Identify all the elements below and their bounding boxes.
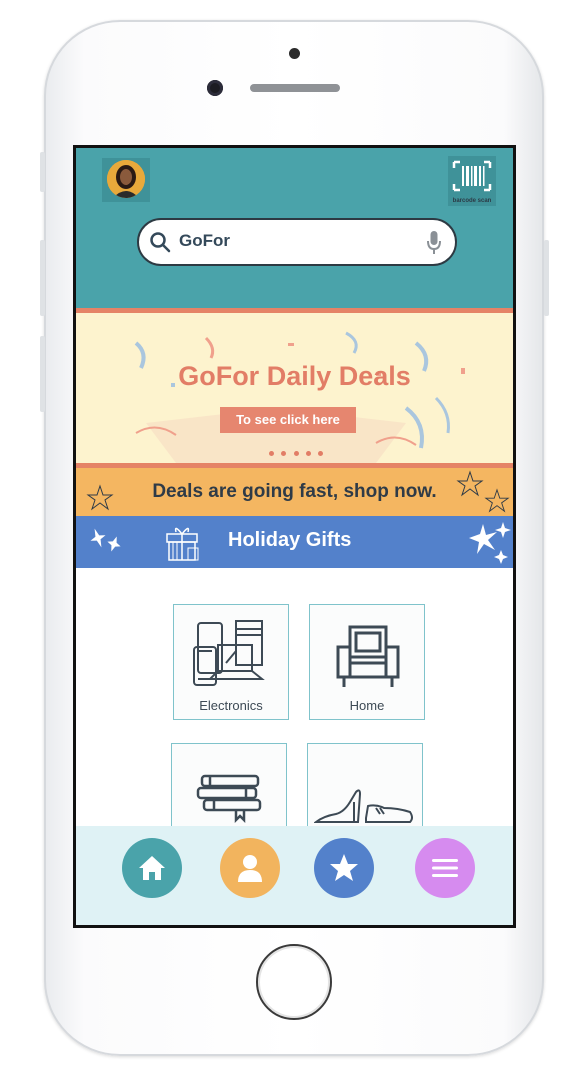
- search-bar[interactable]: GoFor: [137, 218, 457, 266]
- deals-banner[interactable]: Deals are going fast, shop now.: [76, 468, 513, 516]
- nav-profile-button[interactable]: [220, 838, 280, 898]
- microphone-icon[interactable]: [427, 230, 441, 256]
- star-icon: [330, 854, 358, 881]
- sparkle-icon: [90, 528, 121, 552]
- electronics-icon: [193, 620, 265, 686]
- promo-title: GoFor Daily Deals: [178, 361, 411, 391]
- earpiece-speaker: [250, 84, 340, 92]
- shoes-icon: [314, 789, 413, 823]
- carousel-dot[interactable]: [281, 451, 287, 456]
- avatar-photo: [107, 160, 145, 198]
- app-header: barcode scan GoFor: [76, 148, 513, 308]
- nav-menu-button[interactable]: [415, 838, 475, 898]
- power-button: [544, 240, 549, 316]
- mute-switch: [40, 152, 45, 192]
- nav-favorites-button[interactable]: [314, 838, 374, 898]
- avatar[interactable]: [102, 158, 150, 202]
- category-label: Electronics: [199, 698, 263, 713]
- carousel-dot[interactable]: [305, 451, 311, 456]
- barcode-label: barcode scan: [452, 198, 492, 204]
- armchair-icon: [336, 625, 400, 687]
- holiday-gifts-banner[interactable]: Holiday Gifts: [76, 516, 513, 568]
- front-camera: [207, 80, 223, 96]
- search-icon: [150, 232, 171, 253]
- books-icon: [196, 774, 262, 824]
- bottom-navigation: [76, 826, 513, 925]
- daily-deals-banner[interactable]: GoFor Daily Deals To see click here: [76, 313, 513, 463]
- barcode-scan-button[interactable]: barcode scan: [448, 156, 496, 206]
- sensor-dot: [289, 48, 300, 59]
- gift-icon: [166, 527, 199, 561]
- barcode-icon: [452, 160, 492, 192]
- category-electronics[interactable]: Electronics: [173, 604, 289, 720]
- category-label: Home: [349, 698, 385, 713]
- holiday-title: Holiday Gifts: [228, 529, 352, 551]
- profile-icon: [238, 855, 262, 882]
- category-grid: Electronics Home: [76, 568, 513, 859]
- sparkle-icon: [469, 522, 511, 564]
- menu-icon: [432, 859, 458, 877]
- hardware-home-button[interactable]: [256, 944, 332, 1020]
- carousel-dot[interactable]: [268, 451, 274, 456]
- app-screen: barcode scan GoFor GoFor Daily Deals To …: [73, 145, 516, 928]
- carousel-dots[interactable]: [266, 443, 326, 461]
- volume-up-button: [40, 240, 45, 316]
- carousel-dot[interactable]: [318, 451, 324, 456]
- volume-down-button: [40, 336, 45, 412]
- carousel-dot[interactable]: [293, 451, 299, 456]
- deals-text: Deals are going fast, shop now.: [152, 481, 437, 502]
- search-input[interactable]: GoFor: [179, 231, 230, 251]
- home-icon: [139, 856, 165, 880]
- nav-home-button[interactable]: [122, 838, 182, 898]
- category-home[interactable]: Home: [309, 604, 425, 720]
- promo-cta-button[interactable]: To see click here: [220, 407, 356, 433]
